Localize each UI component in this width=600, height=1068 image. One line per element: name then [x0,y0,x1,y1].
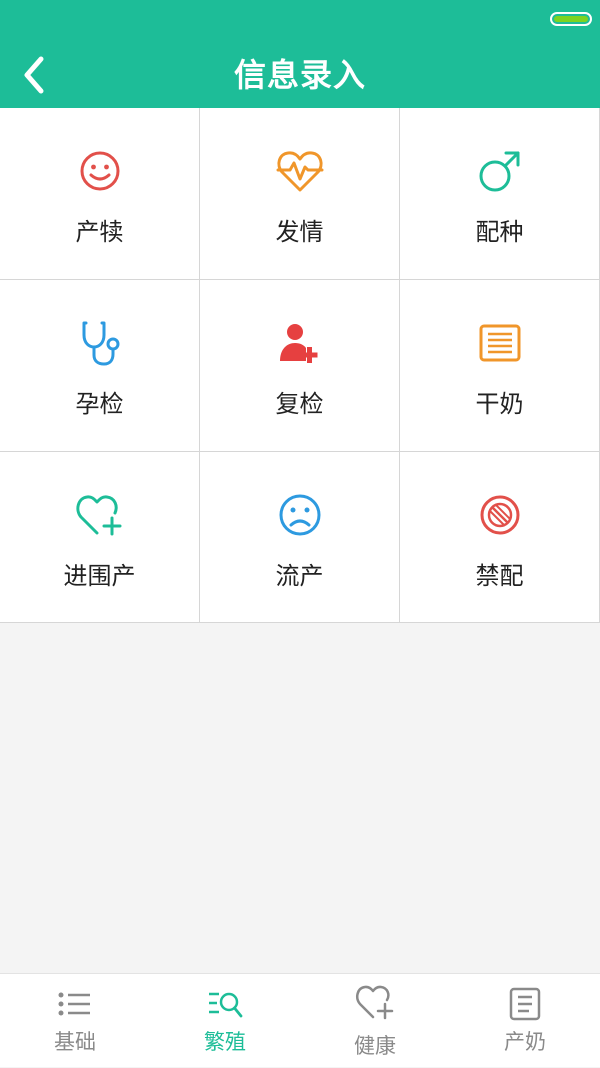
tab-health[interactable]: 健康 [300,974,450,1068]
grid-item-breeding[interactable]: 配种 [400,108,600,280]
tab-breeding[interactable]: 繁殖 [150,974,300,1068]
bottom-tab-bar: 基础 繁殖 健康 产奶 [0,973,600,1067]
tab-milk[interactable]: 产奶 [450,974,600,1068]
grid-item-label: 干奶 [475,390,524,418]
smile-icon [80,151,119,191]
sad-face-icon [279,494,320,536]
tab-label: 繁殖 [204,1030,246,1054]
grid-item-no-breeding[interactable]: 禁配 [400,452,600,623]
heart-pulse-icon [276,151,323,192]
grid-item-prepartum[interactable]: 进围产 [0,452,200,623]
grid-item-estrus[interactable]: 发情 [200,108,400,280]
grid-item-recheck[interactable]: 复检 [200,280,400,452]
grid-item-calving[interactable]: 产犊 [0,108,200,280]
stethoscope-icon [82,321,119,366]
tab-label: 健康 [354,1034,396,1058]
heart-plus-icon [75,495,121,536]
forbidden-icon [480,495,519,535]
grid-item-label: 配种 [475,218,524,246]
heart-plus-icon [356,985,394,1020]
tab-label: 基础 [54,1030,96,1054]
male-symbol-icon [479,151,519,192]
grid-item-label: 产犊 [75,218,124,246]
grid-item-pregnancy-check[interactable]: 孕检 [0,280,200,452]
list-icon [58,992,90,1016]
list-icon [479,324,520,362]
grid-item-label: 发情 [275,218,324,246]
page-title: 信息录入 [233,56,366,94]
tab-basic[interactable]: 基础 [0,974,150,1068]
battery-icon [550,12,592,26]
search-list-icon [209,992,243,1018]
grid-item-label: 禁配 [475,562,524,590]
entry-grid: 产犊 发情 配种 孕检 复检 干奶 进围产 流产 禁配 [0,108,600,623]
document-icon [509,987,541,1021]
grid-item-label: 流产 [275,562,324,590]
grid-item-label: 进围产 [63,562,136,590]
grid-item-label: 复检 [275,390,324,418]
user-plus-icon [279,324,317,363]
grid-item-dry-off[interactable]: 干奶 [400,280,600,452]
app-header: 信息录入 [0,0,600,108]
tab-label: 产奶 [504,1030,546,1054]
grid-item-label: 孕检 [75,390,124,418]
grid-item-abortion[interactable]: 流产 [200,452,400,623]
